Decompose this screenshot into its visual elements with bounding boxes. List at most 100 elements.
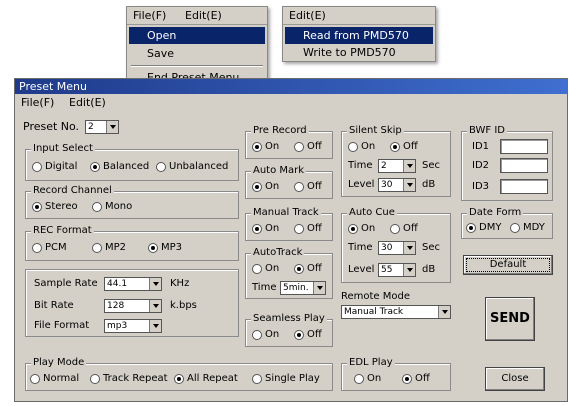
menu-edit[interactable]: Edit(E) (185, 9, 222, 22)
radio-pre-record-off[interactable]: Off (294, 141, 322, 153)
radio-silent-skip-on[interactable]: On (348, 141, 375, 153)
chevron-down-icon (149, 300, 161, 312)
menubar-edit[interactable]: Edit(E) (69, 97, 106, 109)
radio-auto-cue-off[interactable]: Off (390, 223, 418, 235)
window-menubar: File(F) Edit(E) (15, 95, 567, 111)
preset-label: Preset No. (23, 120, 80, 133)
chevron-down-icon (149, 278, 161, 290)
radio-balanced[interactable]: Balanced (90, 161, 149, 173)
menu-item-save[interactable]: Save (129, 45, 265, 62)
radio-edl-off[interactable]: Off (402, 373, 430, 385)
preset-select[interactable]: 2 (85, 120, 119, 134)
chevron-down-icon (403, 264, 415, 276)
radio-icon (156, 162, 166, 172)
silent-skip-time-label: Time (348, 160, 373, 171)
radio-mp2[interactable]: MP2 (92, 242, 126, 254)
group-title: Pre Record (251, 125, 309, 136)
radio-mp3[interactable]: MP3 (148, 242, 182, 254)
bwf-id3-input[interactable] (500, 179, 548, 194)
radio-single-play[interactable]: Single Play (252, 373, 320, 385)
radio-dmy[interactable]: DMY (466, 222, 501, 234)
remote-mode-select[interactable]: Manual Track (341, 305, 451, 319)
radio-mdy[interactable]: MDY (510, 222, 545, 234)
auto-cue-level-unit: dB (422, 264, 436, 275)
radio-digital[interactable]: Digital (32, 161, 77, 173)
menu-edit[interactable]: Edit(E) (289, 9, 326, 22)
sample-rate-select[interactable]: 44.1 (104, 277, 162, 291)
radio-edl-on[interactable]: On (354, 373, 381, 385)
group-title: Auto Cue (347, 207, 397, 218)
menu-file[interactable]: File(F) (133, 9, 166, 22)
radio-stereo[interactable]: Stereo (32, 201, 78, 213)
silent-skip-time-select[interactable]: 2 (378, 159, 416, 173)
radio-silent-skip-off[interactable]: Off (390, 141, 418, 153)
record-channel-group: Record Channel Stereo Mono (25, 185, 239, 219)
radio-pre-record-on[interactable]: On (252, 141, 279, 153)
radio-track-repeat[interactable]: Track Repeat (90, 373, 168, 385)
radio-auto-mark-off[interactable]: Off (294, 181, 322, 193)
menu-item-write-pmd570[interactable]: Write to PMD570 (285, 44, 433, 61)
bwf-id1-input[interactable] (500, 139, 548, 154)
close-button[interactable]: Close (485, 367, 545, 391)
radio-auto-track-on[interactable]: On (252, 263, 279, 275)
radio-manual-track-on[interactable]: On (252, 223, 279, 235)
radio-icon (294, 264, 304, 274)
group-title: Auto Mark (251, 165, 307, 176)
file-format-select[interactable]: mp3 (104, 319, 162, 333)
menu-item-open[interactable]: Open (129, 27, 265, 44)
auto-cue-time-select[interactable]: 30 (378, 241, 416, 255)
radio-icon (32, 162, 42, 172)
send-button[interactable]: SEND (485, 297, 535, 341)
group-title: Seamless Play (251, 313, 327, 324)
bit-rate-select[interactable]: 128 (104, 299, 162, 313)
menubar-file[interactable]: File(F) (21, 97, 54, 109)
auto-track-time-select[interactable]: 5min. (280, 281, 326, 295)
window-title: Preset Menu (15, 79, 567, 94)
menu-item-read-pmd570[interactable]: Read from PMD570 (285, 27, 433, 44)
chevron-down-icon (149, 320, 161, 332)
default-button[interactable]: Default (463, 255, 553, 275)
radio-seamless-on[interactable]: On (252, 329, 279, 341)
pre-record-group: Pre Record On Off (245, 125, 333, 159)
radio-icon (252, 142, 262, 152)
input-select-group: Input Select Digital Balanced Unbalanced (25, 143, 239, 181)
radio-icon (252, 264, 262, 274)
rec-format-group: REC Format PCM MP2 MP3 (25, 225, 239, 261)
bwf-id1-label: ID1 (472, 141, 490, 152)
radio-pcm[interactable]: PCM (32, 242, 67, 254)
radio-icon (390, 142, 400, 152)
radio-icon (92, 202, 102, 212)
radio-icon (32, 243, 42, 253)
play-mode-group: Play Mode Normal Track Repeat All Repeat… (25, 357, 333, 391)
radio-icon (90, 162, 100, 172)
auto-cue-level-select[interactable]: 55 (378, 263, 416, 277)
radio-icon (294, 224, 304, 234)
radio-mono[interactable]: Mono (92, 201, 132, 213)
group-title: Date Form (467, 207, 524, 218)
radio-icon (90, 374, 100, 384)
bwf-id2-input[interactable] (500, 158, 548, 173)
chevron-down-icon (106, 121, 118, 133)
radio-icon (510, 223, 520, 233)
group-title: Input Select (31, 143, 95, 154)
radio-auto-track-off[interactable]: Off (294, 263, 322, 275)
radio-auto-cue-on[interactable]: On (348, 223, 375, 235)
radio-unbalanced[interactable]: Unbalanced (156, 161, 228, 173)
radio-icon (402, 374, 412, 384)
remote-mode-label: Remote Mode (341, 291, 411, 302)
silent-skip-level-unit: dB (422, 179, 436, 190)
group-title: Play Mode (31, 357, 87, 368)
radio-icon (252, 330, 262, 340)
radio-icon (252, 374, 262, 384)
radio-auto-mark-on[interactable]: On (252, 181, 279, 193)
radio-icon (252, 224, 262, 234)
silent-skip-level-select[interactable]: 30 (378, 178, 416, 192)
radio-icon (92, 243, 102, 253)
radio-icon (252, 182, 262, 192)
radio-seamless-off[interactable]: Off (294, 329, 322, 341)
radio-manual-track-off[interactable]: Off (294, 223, 322, 235)
silent-skip-level-label: Level (348, 179, 375, 190)
bwf-id2-label: ID2 (472, 160, 490, 171)
radio-normal[interactable]: Normal (30, 373, 79, 385)
radio-all-repeat[interactable]: All Repeat (174, 373, 238, 385)
